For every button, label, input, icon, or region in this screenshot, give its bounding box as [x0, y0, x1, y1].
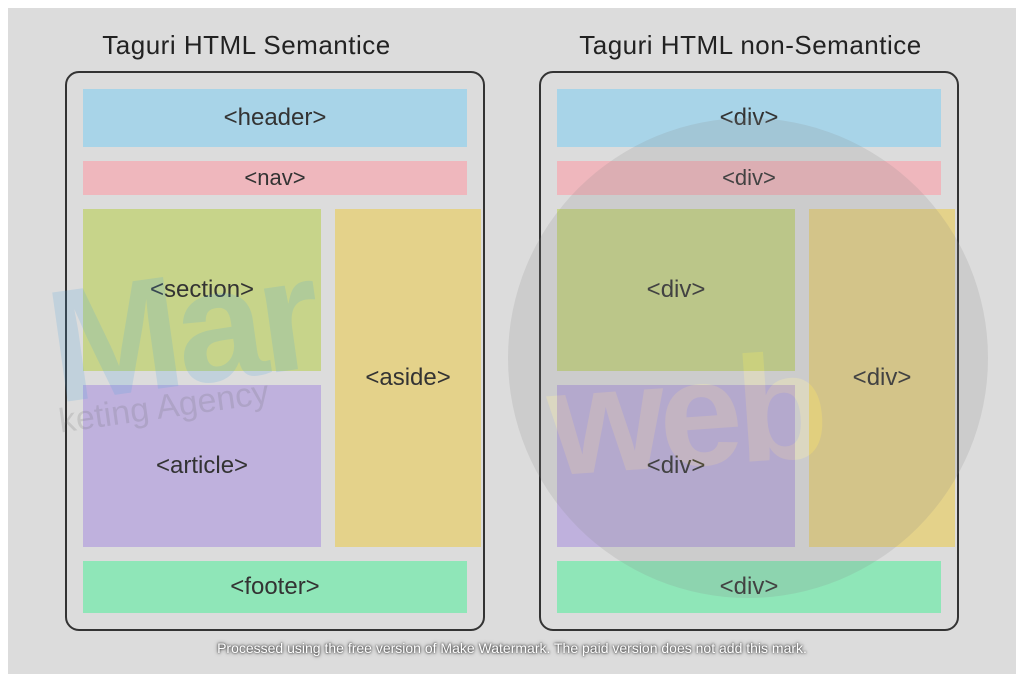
semantic-mid-row: <section> <article> <aside> [83, 209, 467, 547]
watermark-caption: Processed using the free version of Make… [8, 640, 1016, 656]
panel-nonsemantic: <div> <div> <div> <div> <div> <div> [539, 71, 959, 631]
nonsemantic-left-column: <div> <div> [557, 209, 795, 547]
nonsemantic-nav-block: <div> [557, 161, 941, 195]
title-semantic: Taguri HTML Semantice [102, 30, 390, 61]
title-nonsemantic: Taguri HTML non-Semantice [579, 30, 921, 61]
panel-semantic: <header> <nav> <section> <article> <asid… [65, 71, 485, 631]
semantic-header-block: <header> [83, 89, 467, 147]
nonsemantic-aside-block: <div> [809, 209, 955, 547]
nonsemantic-header-block: <div> [557, 89, 941, 147]
nonsemantic-mid-row: <div> <div> <div> [557, 209, 941, 547]
semantic-section-block: <section> [83, 209, 321, 371]
nonsemantic-section-block: <div> [557, 209, 795, 371]
nonsemantic-footer-block: <div> [557, 561, 941, 613]
nonsemantic-article-block: <div> [557, 385, 795, 547]
semantic-aside-block: <aside> [335, 209, 481, 547]
semantic-footer-block: <footer> [83, 561, 467, 613]
semantic-left-column: <section> <article> [83, 209, 321, 547]
diagram-canvas: Mar web keting Agency Taguri HTML Semant… [0, 0, 1024, 682]
semantic-article-block: <article> [83, 385, 321, 547]
panels-row: <header> <nav> <section> <article> <asid… [8, 71, 1016, 631]
titles-row: Taguri HTML Semantice Taguri HTML non-Se… [8, 8, 1016, 71]
semantic-nav-block: <nav> [83, 161, 467, 195]
